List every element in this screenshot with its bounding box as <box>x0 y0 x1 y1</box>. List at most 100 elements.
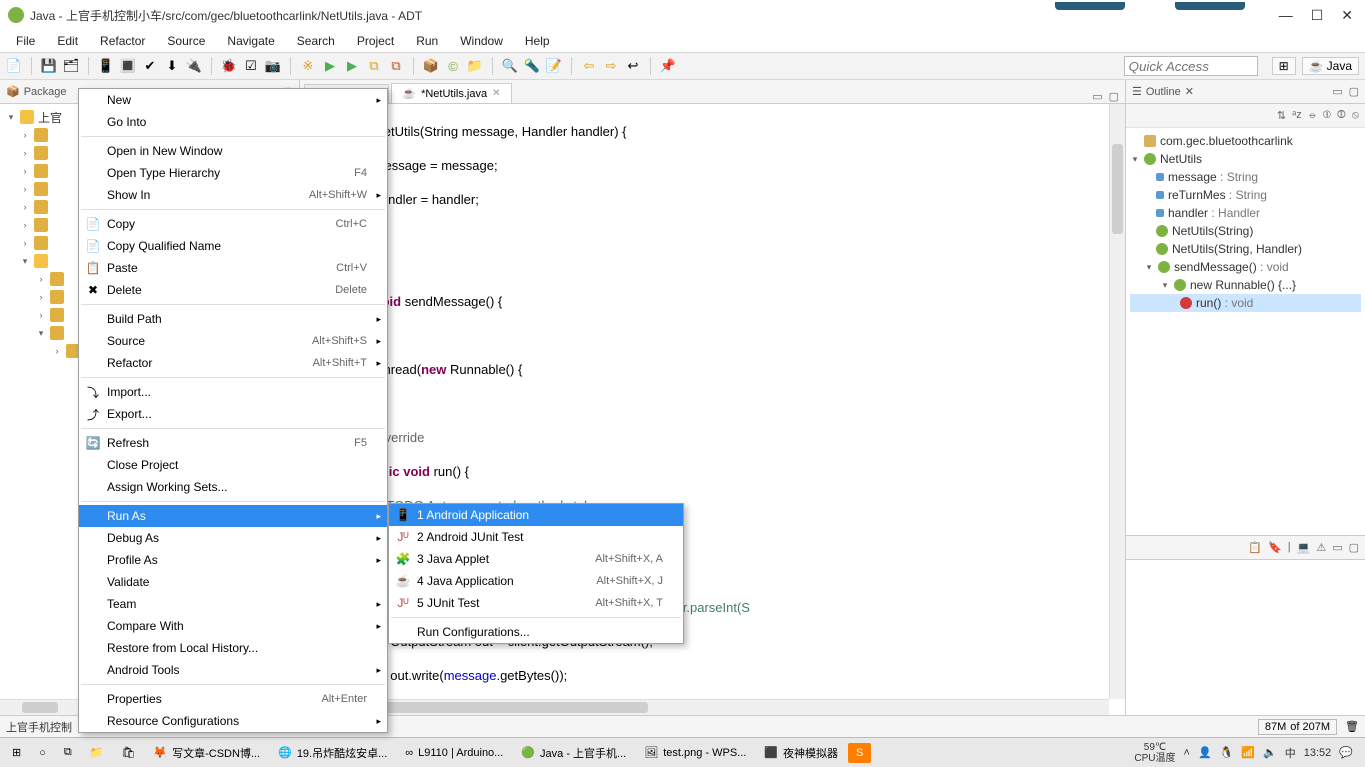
tray-clock[interactable]: 13:52 <box>1304 747 1332 759</box>
gc-icon[interactable]: 🗑 <box>1345 720 1359 734</box>
ctx-resource-cfg[interactable]: Resource Configurations▸ <box>79 710 387 732</box>
outline-package[interactable]: com.gec.bluetoothcarlink <box>1160 134 1293 148</box>
project-root[interactable]: 上官 <box>38 109 62 126</box>
new-class-icon[interactable]: © <box>445 58 461 74</box>
sogou-icon[interactable]: S <box>848 743 871 763</box>
ctx-copy[interactable]: 📄CopyCtrl+C <box>79 213 387 235</box>
hide-fields-icon[interactable]: ⦵ <box>1308 109 1317 122</box>
annotation-icon[interactable]: 📝 <box>546 58 562 74</box>
ctx-close-project[interactable]: Close Project <box>79 454 387 476</box>
menu-navigate[interactable]: Navigate <box>217 32 284 50</box>
tray-ime-icon[interactable]: 中 <box>1285 745 1296 761</box>
outline-class[interactable]: NetUtils <box>1160 152 1202 166</box>
ctx-refresh[interactable]: 🔄RefreshF5 <box>79 432 387 454</box>
runas-android-app[interactable]: 📱1 Android Application <box>389 504 683 526</box>
outline-toolbar[interactable]: ⇅ ᵃz ⦵ ⦶ ⦷ ⦸ <box>1126 104 1365 128</box>
chrome-icon[interactable]: 🌐19.吊炸酷炫安卓... <box>270 741 395 765</box>
avd-icon[interactable]: 🔳 <box>120 58 136 74</box>
ext-tools-icon[interactable]: ⧉ <box>388 58 404 74</box>
ndk-icon[interactable]: ⬇ <box>164 58 180 74</box>
last-edit-icon[interactable]: ↩ <box>625 58 641 74</box>
bookmark-icon[interactable]: 🔖 <box>1268 541 1282 554</box>
ctx-profile-as[interactable]: Profile As▸ <box>79 549 387 571</box>
hide-local-icon[interactable]: ⦸ <box>1352 109 1359 122</box>
new-package-icon[interactable]: 📦 <box>423 58 439 74</box>
menu-refactor[interactable]: Refactor <box>90 32 155 50</box>
editor-vscrollbar[interactable] <box>1109 104 1125 699</box>
menu-run[interactable]: Run <box>406 32 448 50</box>
run-last-icon[interactable]: ▶ <box>344 58 360 74</box>
tray-notif-icon[interactable]: 💬 <box>1339 746 1353 759</box>
hide-nonpublic-icon[interactable]: ⦷ <box>1337 109 1346 122</box>
tool-bar[interactable]: 📄 💾 🗂 📱 🔳 ✔ ⬇ 🔌 🐞 ☑ 📷 ※ ▶ ▶ ⧉ ⧉ 📦 © 📁 🔍 … <box>0 52 1365 80</box>
view-max-icon[interactable]: ▢ <box>1349 541 1359 554</box>
sort-icon[interactable]: ⇅ <box>1277 109 1286 122</box>
eclipse-task-icon[interactable]: 🟢Java - 上官手机... <box>513 741 634 765</box>
tray-up-icon[interactable]: ˄ <box>1184 747 1190 759</box>
search-icon[interactable]: 🔦 <box>524 58 540 74</box>
editor-hscrollbar[interactable] <box>318 699 1109 715</box>
menu-help[interactable]: Help <box>515 32 560 50</box>
hide-static-icon[interactable]: ⦶ <box>1323 109 1331 122</box>
editor-tabs[interactable]: rlActivity.java ☕ *NetUtils.java ✕ ▭▢ <box>300 80 1125 104</box>
lint-icon[interactable]: ✔ <box>142 58 158 74</box>
ctx-open-type-hierarchy[interactable]: Open Type HierarchyF4 <box>79 162 387 184</box>
menu-project[interactable]: Project <box>347 32 404 50</box>
tray-penguin-icon[interactable]: 🐧 <box>1220 746 1234 759</box>
store-icon[interactable]: 🛍 <box>113 742 143 763</box>
ctx-export[interactable]: ⤴Export... <box>79 403 387 425</box>
ctx-restore-lh[interactable]: Restore from Local History... <box>79 637 387 659</box>
tray-vol-icon[interactable]: 🔈 <box>1263 746 1277 759</box>
ctx-show-in[interactable]: Show InAlt+Shift+W▸ <box>79 184 387 206</box>
ctx-android-tools[interactable]: Android Tools▸ <box>79 659 387 681</box>
firefox-icon[interactable]: 🦊写文章-CSDN博... <box>145 741 268 765</box>
perspective-open-icon[interactable]: ⊞ <box>1272 57 1296 75</box>
filter-az-icon[interactable]: ᵃz <box>1292 109 1302 122</box>
ctx-paste[interactable]: 📋PasteCtrl+V <box>79 257 387 279</box>
ctx-properties[interactable]: PropertiesAlt+Enter <box>79 688 387 710</box>
back-icon[interactable]: ⇦ <box>581 58 597 74</box>
new-folder-icon[interactable]: 📁 <box>467 58 483 74</box>
close-button[interactable]: ✕ <box>1341 7 1353 24</box>
capture-icon[interactable]: 📷 <box>265 58 281 74</box>
runas-java-app[interactable]: ☕4 Java ApplicationAlt+Shift+X, J <box>389 570 683 592</box>
ctx-assign-ws[interactable]: Assign Working Sets... <box>79 476 387 498</box>
ctx-run-as[interactable]: Run As▸ <box>79 505 387 527</box>
start-button[interactable]: ⊞ <box>4 742 29 763</box>
pin-icon[interactable]: 📌 <box>660 58 676 74</box>
save-icon[interactable]: 💾 <box>41 58 57 74</box>
runas-android-junit[interactable]: Jᵁ2 Android JUnit Test <box>389 526 683 548</box>
minimize-button[interactable]: — <box>1279 7 1293 24</box>
bottom-right-toolbar[interactable]: 📋 🔖 | 💻 ⚠ ▭ ▢ <box>1126 536 1365 560</box>
open-type-icon[interactable]: 🔍 <box>502 58 518 74</box>
ctx-open-new-window[interactable]: Open in New Window <box>79 140 387 162</box>
ctx-source[interactable]: SourceAlt+Shift+S▸ <box>79 330 387 352</box>
windows-taskbar[interactable]: ⊞ ○ ⧉ 📁 🛍 🦊写文章-CSDN博... 🌐19.吊炸酷炫安卓... ∞L… <box>0 737 1365 767</box>
context-menu-primary[interactable]: New▸ Go Into Open in New Window Open Typ… <box>78 88 388 733</box>
ctx-new[interactable]: New▸ <box>79 89 387 111</box>
ctx-import[interactable]: ⤵Import... <box>79 381 387 403</box>
runas-java-applet[interactable]: 🧩3 Java AppletAlt+Shift+X, A <box>389 548 683 570</box>
coverage-icon[interactable]: ⧉ <box>366 58 382 74</box>
menu-edit[interactable]: Edit <box>47 32 88 50</box>
forward-icon[interactable]: ⇨ <box>603 58 619 74</box>
perspective-java[interactable]: ☕ Java <box>1302 57 1359 75</box>
editor-min-icon[interactable]: ▭ <box>1092 90 1102 103</box>
wps-icon[interactable]: 🖼test.png - WPS... <box>636 742 754 763</box>
outline-tree[interactable]: com.gec.bluetoothcarlink ▾NetUtils messa… <box>1126 128 1365 535</box>
tray-wifi-icon[interactable]: 📶 <box>1241 746 1255 759</box>
outline-max-icon[interactable]: ▢ <box>1349 85 1359 98</box>
quick-access-input[interactable] <box>1124 56 1258 76</box>
menu-search[interactable]: Search <box>287 32 345 50</box>
new-icon[interactable]: 📄 <box>6 58 22 74</box>
menu-window[interactable]: Window <box>450 32 513 50</box>
save-all-icon[interactable]: 🗂 <box>63 58 79 74</box>
android-sdk-icon[interactable]: 📱 <box>98 58 114 74</box>
nox-icon[interactable]: ⬛夜神模拟器 <box>756 741 846 765</box>
ctx-refactor[interactable]: RefactorAlt+Shift+T▸ <box>79 352 387 374</box>
ctx-copy-qn[interactable]: 📄Copy Qualified Name <box>79 235 387 257</box>
tray-people-icon[interactable]: 👤 <box>1198 746 1212 759</box>
ctx-debug-as[interactable]: Debug As▸ <box>79 527 387 549</box>
context-menu-runas[interactable]: 📱1 Android Application Jᵁ2 Android JUnit… <box>388 503 684 644</box>
ctx-validate[interactable]: Validate <box>79 571 387 593</box>
